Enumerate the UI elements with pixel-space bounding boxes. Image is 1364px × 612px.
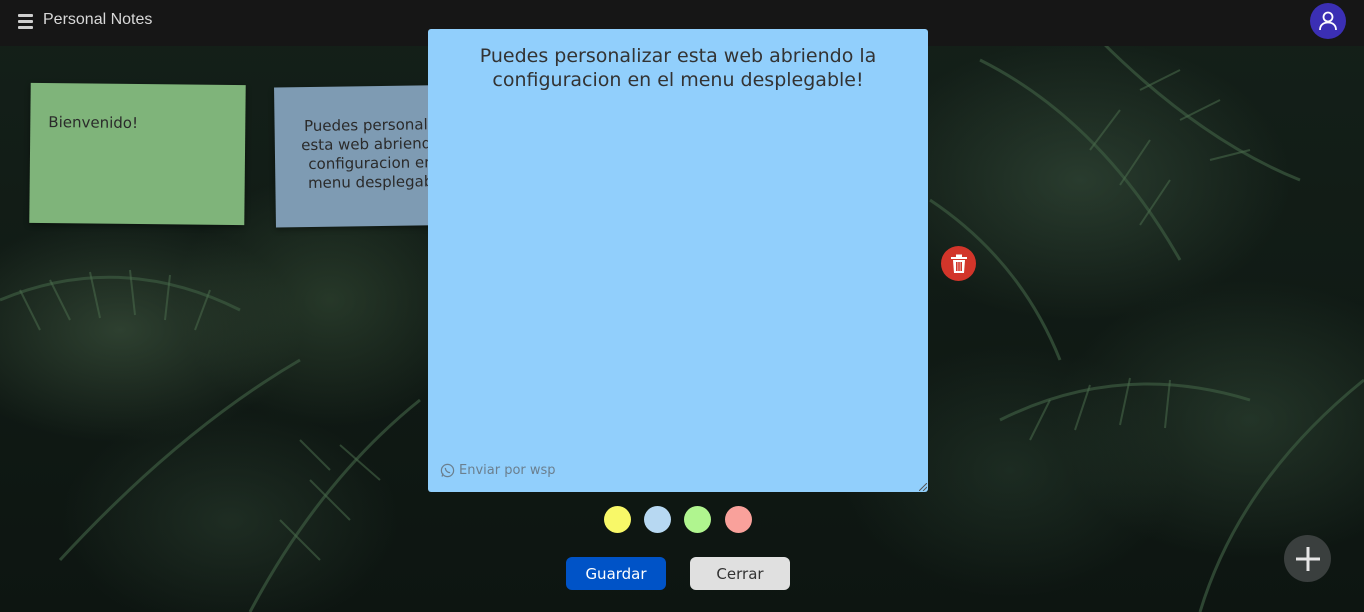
user-icon [1319,11,1337,31]
note-card-welcome[interactable]: Bienvenido! [29,82,246,226]
note-editor-textarea[interactable]: Puedes personalizar esta web abriendo la… [448,44,908,92]
hamburger-menu-icon[interactable] [18,14,33,29]
color-option-red[interactable] [725,506,752,533]
color-option-green[interactable] [684,506,711,533]
user-avatar-button[interactable] [1310,3,1346,39]
color-option-yellow[interactable] [604,506,631,533]
trash-icon [950,254,967,273]
close-button[interactable]: Cerrar [690,557,790,590]
share-whatsapp-link[interactable]: Enviar por wsp [440,463,556,478]
share-whatsapp-label: Enviar por wsp [459,463,556,478]
app-title: Personal Notes [43,11,153,28]
note-editor[interactable]: Puedes personalizar esta web abriendo la… [428,29,928,492]
plus-icon [1295,546,1320,571]
color-option-blue[interactable] [644,506,671,533]
whatsapp-icon [440,463,455,478]
save-button[interactable]: Guardar [566,557,666,590]
delete-note-button[interactable] [941,246,976,281]
note-text: Bienvenido! [48,113,139,133]
resize-handle[interactable] [919,483,927,491]
add-note-button[interactable] [1284,535,1331,582]
